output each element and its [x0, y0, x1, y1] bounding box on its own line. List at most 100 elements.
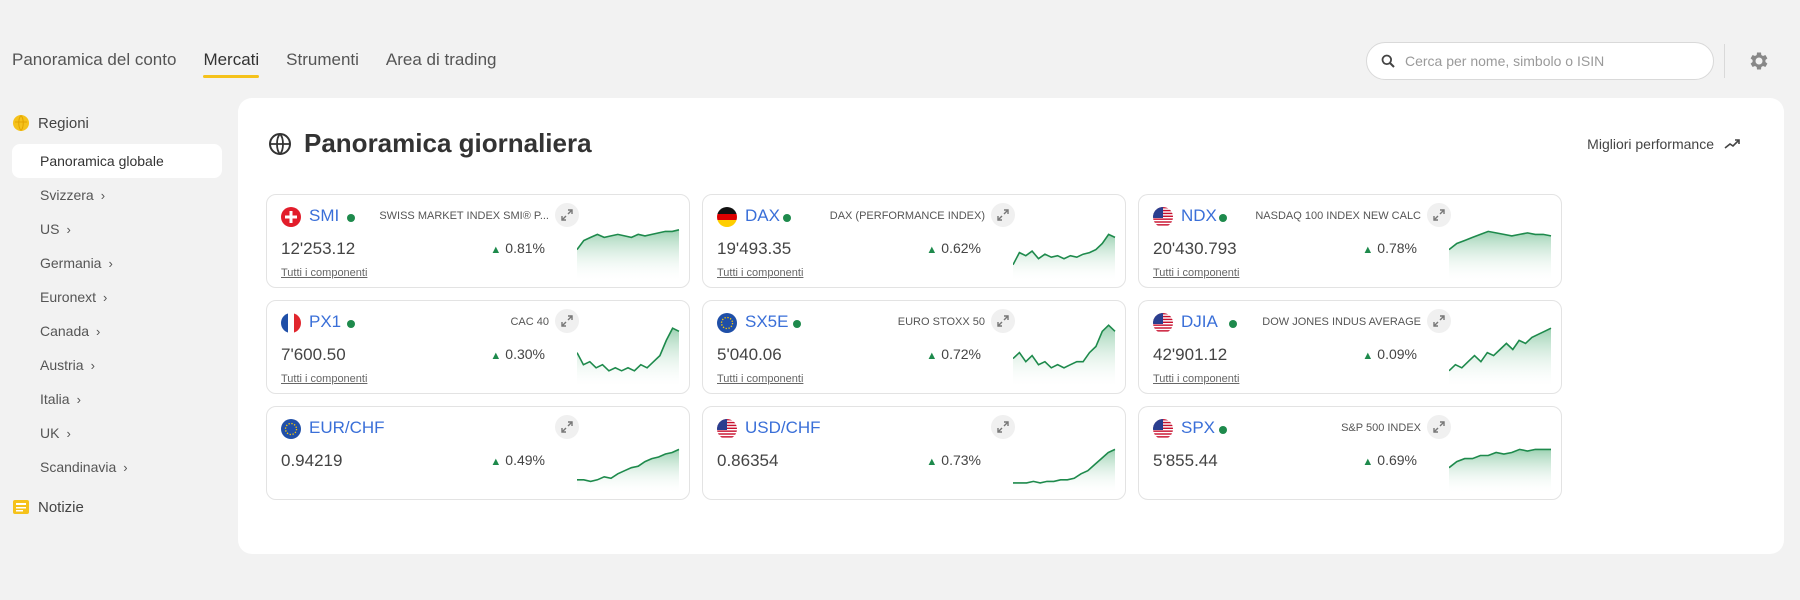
flag-icon — [1153, 207, 1173, 227]
sidebar-item-label: Panoramica globale — [40, 153, 164, 169]
market-card-px1[interactable]: PX1 CAC 40 7'600.50 ▲ 0.30% Tutti i component… — [266, 300, 690, 394]
sidebar-item-label: Svizzera — [40, 187, 94, 203]
sparkline-chart — [1013, 233, 1116, 280]
symbol-link[interactable]: PX1 — [309, 312, 341, 332]
expand-icon[interactable] — [991, 415, 1015, 439]
sidebar-item-label: Austria — [40, 357, 84, 373]
sparkline-chart — [1013, 448, 1116, 492]
tab-area-di-trading[interactable]: Area di trading — [386, 44, 497, 78]
symbol-link[interactable]: NDX — [1181, 206, 1217, 226]
index-full-name: SWISS MARKET INDEX SMI® P... — [379, 210, 549, 222]
sidebar-section-regions[interactable]: Regioni — [12, 110, 222, 136]
market-card-smi[interactable]: SMI SWISS MARKET INDEX SMI® P... 12'253.12… — [266, 194, 690, 288]
sidebar-item-italia[interactable]: Italia › — [12, 382, 222, 416]
sparkline-area — [1449, 328, 1551, 386]
search-input[interactable] — [1403, 52, 1697, 70]
flag-icon — [281, 419, 301, 439]
news-icon — [13, 500, 29, 514]
chevron-right-icon: › — [100, 187, 106, 203]
sidebar-item-label: Scandinavia — [40, 459, 117, 475]
flag-icon — [717, 419, 737, 439]
top-performers-label: Migliori performance — [1587, 136, 1714, 152]
expand-icon[interactable] — [555, 415, 579, 439]
all-components-link[interactable]: Tutti i componenti — [281, 373, 367, 385]
index-full-name: CAC 40 — [510, 316, 549, 328]
market-card-ndx[interactable]: NDX NASDAQ 100 INDEX NEW CALC 20'430.793 ▲ 0… — [1138, 194, 1562, 288]
price-value: 20'430.793 — [1153, 239, 1237, 258]
market-card-spx[interactable]: SPX S&P 500 INDEX 5'855.44 ▲ 0.69% — [1138, 406, 1562, 500]
expand-icon[interactable] — [991, 203, 1015, 227]
sparkline-area — [1013, 325, 1115, 386]
change-badge: ▲ 0.73% — [926, 452, 981, 468]
divider — [1724, 44, 1725, 78]
live-status-dot — [347, 320, 355, 328]
regions-icon — [13, 115, 29, 131]
triangle-up-icon: ▲ — [1362, 350, 1374, 362]
expand-icon[interactable] — [555, 203, 579, 227]
sparkline-area — [1449, 231, 1551, 280]
symbol-link[interactable]: EUR/CHF — [309, 418, 385, 438]
market-card-djia[interactable]: DJIA DOW JONES INDUS AVERAGE 42'901.12 ▲ 0.0… — [1138, 300, 1562, 394]
symbol-link[interactable]: USD/CHF — [745, 418, 821, 438]
triangle-up-icon: ▲ — [1362, 456, 1374, 468]
triangle-up-icon: ▲ — [490, 244, 502, 256]
gear-icon[interactable] — [1746, 49, 1770, 73]
sparkline-chart — [1013, 324, 1116, 386]
sidebar-item-canada[interactable]: Canada › — [12, 314, 222, 348]
sparkline-chart — [1449, 327, 1552, 386]
price-value: 0.94219 — [281, 451, 343, 470]
market-card-usdchf[interactable]: USD/CHF 0.86354 ▲ 0.73% — [702, 406, 1126, 500]
market-card-sx5e[interactable]: SX5E EURO STOXX 50 5'040.06 ▲ 0.72% Tutti i c… — [702, 300, 1126, 394]
tab-panoramica-del-conto[interactable]: Panoramica del conto — [12, 44, 176, 78]
all-components-link[interactable]: Tutti i componenti — [281, 267, 367, 279]
symbol-link[interactable]: DJIA — [1181, 312, 1218, 332]
market-card-dax[interactable]: DAX DAX (PERFORMANCE INDEX) 19'493.35 ▲ 0.62… — [702, 194, 1126, 288]
market-card-eurchf[interactable]: EUR/CHF 0.94219 ▲ 0.49% — [266, 406, 690, 500]
expand-icon[interactable] — [1427, 309, 1451, 333]
sidebar-item-euronext[interactable]: Euronext › — [12, 280, 222, 314]
sidebar-item-scandinavia[interactable]: Scandinavia › — [12, 450, 222, 484]
sidebar-item-austria[interactable]: Austria › — [12, 348, 222, 382]
sidebar-item-svizzera[interactable]: Svizzera › — [12, 178, 222, 212]
price-value: 19'493.35 — [717, 239, 792, 258]
sidebar-item-panoramica-globale[interactable]: Panoramica globale — [12, 144, 222, 178]
symbol-link[interactable]: SX5E — [745, 312, 788, 332]
sparkline-area — [577, 449, 679, 492]
live-status-dot — [793, 320, 801, 328]
sidebar-item-uk[interactable]: UK › — [12, 416, 222, 450]
price-value: 0.86354 — [717, 451, 779, 470]
change-badge: ▲ 0.30% — [490, 346, 545, 362]
tab-mercati[interactable]: Mercati — [203, 44, 259, 78]
search-box[interactable] — [1366, 42, 1714, 80]
all-components-link[interactable]: Tutti i componenti — [1153, 267, 1239, 279]
page-title: Panoramica giornaliera — [268, 128, 592, 159]
triangle-up-icon: ▲ — [490, 456, 502, 468]
change-value: 0.78% — [1377, 240, 1417, 256]
sidebar-section-news[interactable]: Notizie — [12, 494, 222, 520]
flag-icon — [1153, 313, 1173, 333]
all-components-link[interactable]: Tutti i componenti — [717, 373, 803, 385]
symbol-link[interactable]: DAX — [745, 206, 780, 226]
top-performers-link[interactable]: Migliori performance — [1587, 136, 1740, 152]
chevron-right-icon: › — [108, 255, 113, 271]
expand-icon[interactable] — [555, 309, 579, 333]
sidebar-item-germania[interactable]: Germania › — [12, 246, 222, 280]
symbol-link[interactable]: SPX — [1181, 418, 1215, 438]
flag-icon — [717, 207, 737, 227]
triangle-up-icon: ▲ — [1362, 244, 1374, 256]
sparkline-chart — [1449, 448, 1551, 492]
sparkline-chart — [577, 448, 680, 492]
search-icon — [1381, 54, 1395, 68]
change-badge: ▲ 0.78% — [1362, 240, 1417, 256]
expand-icon[interactable] — [1427, 415, 1451, 439]
flag-icon — [1153, 419, 1173, 439]
all-components-link[interactable]: Tutti i componenti — [717, 267, 803, 279]
all-components-link[interactable]: Tutti i componenti — [1153, 373, 1239, 385]
tab-strumenti[interactable]: Strumenti — [286, 44, 359, 78]
chevron-right-icon: › — [66, 221, 71, 237]
expand-icon[interactable] — [1427, 203, 1451, 227]
symbol-link[interactable]: SMI — [309, 206, 339, 226]
index-full-name: NASDAQ 100 INDEX NEW CALC — [1255, 210, 1421, 222]
sidebar-item-us[interactable]: US › — [12, 212, 222, 246]
expand-icon[interactable] — [991, 309, 1015, 333]
